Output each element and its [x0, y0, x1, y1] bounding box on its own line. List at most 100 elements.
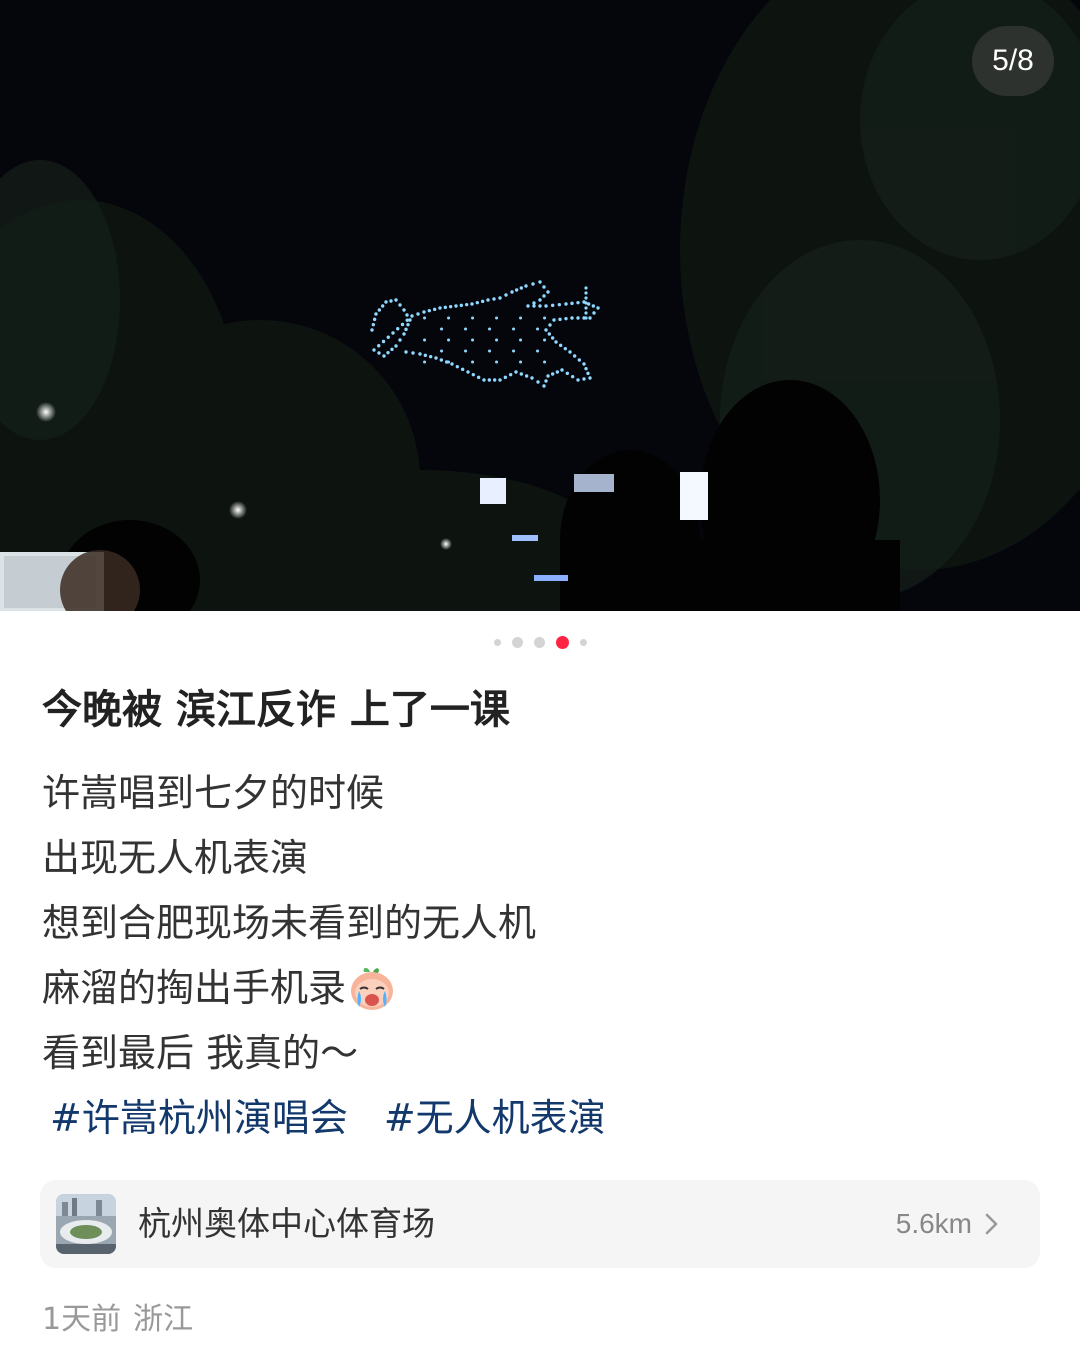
drone-light	[584, 296, 588, 300]
drone-light	[542, 384, 546, 388]
drone-light	[394, 344, 398, 348]
drone-light	[402, 332, 406, 336]
drone-light	[524, 284, 528, 288]
drone-light	[596, 306, 600, 310]
drone-light	[544, 328, 548, 332]
drone-light	[495, 338, 499, 342]
drone-light	[584, 311, 588, 315]
location-name: 杭州奥体中心体育场	[138, 1204, 435, 1243]
drone-light	[498, 378, 502, 382]
carousel-dot	[579, 638, 587, 646]
hashtag-link[interactable]: #无人机表演	[384, 1090, 606, 1146]
drone-light	[405, 313, 409, 317]
drone-light	[455, 364, 460, 369]
drone-light	[503, 375, 508, 380]
drone-light	[386, 350, 390, 355]
drone-light	[536, 327, 540, 331]
drone-light	[447, 316, 451, 320]
drone-light	[576, 316, 580, 320]
drone-light	[592, 311, 596, 315]
drone-light	[381, 339, 386, 344]
carousel-dot-active	[555, 635, 569, 649]
drone-light	[558, 317, 562, 322]
drone-light	[380, 304, 385, 308]
drone-light	[422, 310, 426, 314]
drone-light	[464, 327, 468, 331]
post-time: 1天前	[42, 1302, 122, 1337]
drone-light	[584, 316, 588, 320]
drone-light	[466, 370, 470, 374]
drone-light	[447, 338, 451, 342]
drone-light	[495, 316, 499, 320]
crying-face-emoji-icon	[348, 964, 396, 1012]
drone-light	[389, 299, 393, 303]
drone-light	[423, 316, 427, 320]
drone-light	[434, 356, 438, 360]
drone-light	[586, 371, 590, 376]
drone-light	[492, 297, 496, 301]
drone-light	[471, 360, 475, 364]
location-card[interactable]: 杭州奥体中心体育场 5.6km	[40, 1180, 1040, 1268]
drone-light	[372, 317, 377, 322]
drone-light	[470, 302, 474, 306]
post-region: 浙江	[133, 1302, 194, 1337]
drone-light	[570, 374, 575, 379]
drone-light	[370, 328, 374, 332]
drone-light	[543, 316, 547, 320]
drone-light	[464, 349, 468, 353]
post-photo[interactable]: 5/8	[0, 0, 1080, 611]
drone-light	[404, 327, 408, 332]
drone-light	[404, 350, 408, 354]
drone-light	[476, 375, 481, 380]
drone-light	[377, 344, 381, 348]
drone-light	[538, 298, 542, 302]
drone-light	[536, 349, 540, 353]
drone-light	[584, 291, 588, 295]
post-line: 出现无人机表演	[42, 835, 309, 880]
drone-light	[576, 300, 580, 305]
drone-light	[542, 285, 546, 289]
drone-light	[487, 378, 492, 382]
drone-light	[400, 322, 405, 327]
drone-light	[546, 374, 550, 378]
drone-light	[554, 340, 558, 344]
drone-light	[519, 338, 523, 342]
drone-light	[536, 380, 540, 384]
drone-light	[558, 343, 563, 348]
post-line: 看到最后 我真的～	[42, 1030, 359, 1075]
drone-light	[564, 316, 568, 321]
drone-light	[519, 372, 524, 376]
drone-light	[512, 349, 516, 353]
drone-light	[454, 304, 458, 308]
drone-light	[374, 312, 378, 316]
drone-light	[480, 299, 485, 304]
drone-light	[524, 374, 529, 378]
drone-light	[398, 338, 402, 342]
hashtag-link[interactable]: #许嵩杭州演唱会	[50, 1090, 348, 1146]
carousel-dot	[493, 638, 501, 646]
drone-light	[572, 354, 577, 358]
drone-light	[423, 353, 428, 358]
stadium-thumbnail-icon	[56, 1194, 116, 1254]
drone-light	[423, 360, 427, 364]
drone-light	[498, 296, 502, 300]
drone-light	[371, 322, 376, 327]
drone-light	[570, 301, 574, 306]
post-line: 麻溜的掏出手机录	[42, 965, 347, 1010]
drone-light	[588, 316, 592, 320]
drone-light	[565, 371, 570, 376]
drone-light	[405, 318, 409, 322]
hashtag-list: #许嵩杭州演唱会 #无人机表演	[50, 1090, 606, 1146]
drone-light	[384, 300, 388, 304]
drone-light	[514, 288, 519, 292]
drone-light	[563, 346, 568, 351]
drone-light	[543, 338, 547, 342]
drone-light	[526, 304, 530, 308]
carousel-indicator	[0, 634, 1080, 650]
drone-light	[588, 376, 592, 380]
drone-light	[550, 336, 555, 340]
drone-light	[510, 290, 514, 294]
drone-light	[459, 303, 464, 308]
drone-light	[531, 282, 535, 286]
drone-light	[471, 372, 476, 377]
